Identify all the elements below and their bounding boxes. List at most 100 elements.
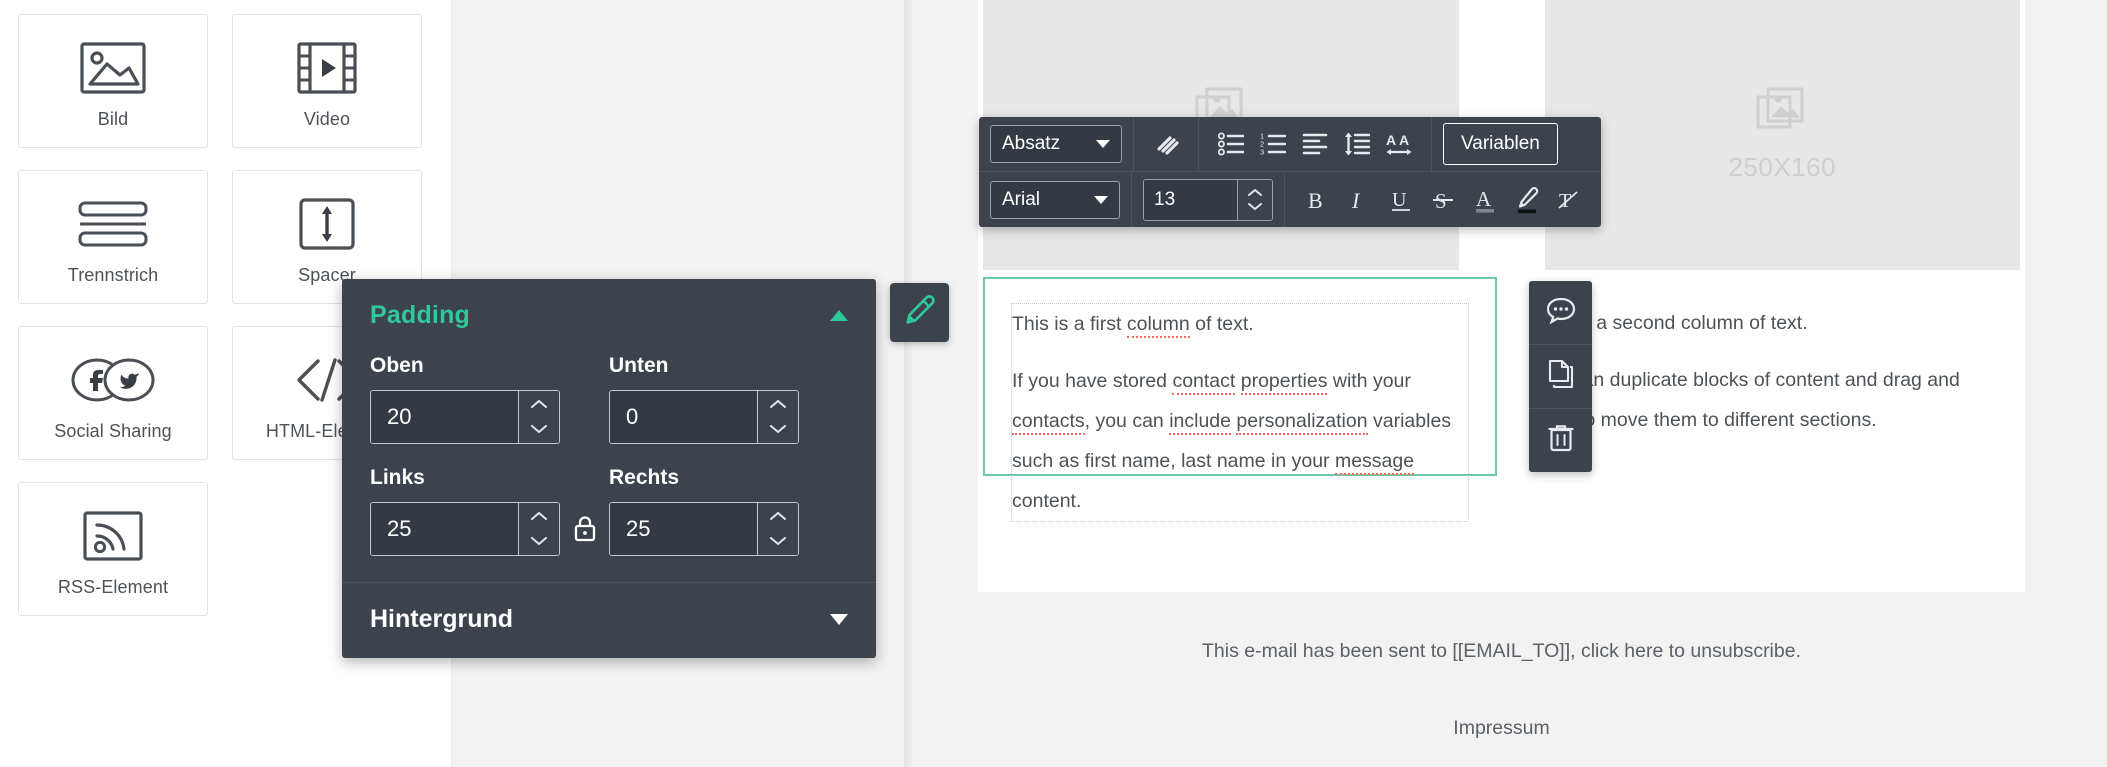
padding-stepper-links[interactable] [518, 503, 559, 555]
edit-block-button[interactable] [890, 283, 949, 342]
bold-icon[interactable]: B [1296, 179, 1338, 221]
padding-field-oben: Oben [370, 354, 609, 444]
sidebar-item-label: Video [303, 108, 351, 129]
sidebar-item-video[interactable]: Video [232, 14, 422, 148]
email-builder-app: Bild Video Trennstrich Spacer Social Sha… [0, 0, 2107, 767]
align-left-icon[interactable] [1294, 123, 1336, 165]
padding-settings-panel: Padding Oben Unten [342, 279, 876, 658]
padding-input-unten[interactable] [610, 391, 757, 443]
rich-text-editor[interactable]: This is a first column of text. If you h… [1011, 303, 1469, 522]
svg-text:A: A [1386, 132, 1396, 148]
text-row: This is a first column of text. If you h… [978, 270, 2025, 522]
paragraph-style-select[interactable]: Absatz [990, 125, 1122, 163]
impressum-link[interactable]: Impressum [978, 717, 2025, 740]
sidebar-item-rss-element[interactable]: RSS-Element [18, 482, 208, 616]
selected-text-block[interactable]: This is a first column of text. If you h… [983, 277, 1497, 522]
padding-stepper-oben[interactable] [518, 391, 559, 443]
sidebar-item-social-sharing[interactable]: Social Sharing [18, 326, 208, 460]
padding-section-header[interactable]: Padding [342, 279, 876, 344]
letter-spacing-icon[interactable]: AA [1378, 123, 1420, 165]
italic-icon[interactable]: I [1338, 179, 1380, 221]
padding-field-links: Links [370, 444, 609, 556]
chevron-up-icon[interactable] [530, 508, 548, 526]
social-sharing-icon [71, 345, 155, 415]
chevron-down-icon[interactable] [769, 421, 787, 439]
font-size-stepper[interactable] [1143, 178, 1273, 221]
svg-text:B: B [1308, 188, 1323, 213]
padding-input-rechts-wrap[interactable] [609, 502, 799, 556]
sidebar-item-label: RSS-Element [57, 576, 169, 597]
toolbar-group-text-format: B I U S A T [1285, 172, 1601, 227]
svg-text:I: I [1351, 188, 1361, 213]
rich-text-toolbar: Absatz 123 A A Variablen Arial 13 B I U … [979, 117, 1601, 227]
sidebar-item-bild[interactable]: Bild [18, 14, 208, 148]
sidebar-item-trennstrich[interactable]: Trennstrich [18, 170, 208, 304]
image-placeholder[interactable]: 250X160 [1544, 0, 2020, 270]
svg-text:S: S [1435, 189, 1447, 213]
email-template: 250X160 250X160 [978, 0, 2025, 767]
padding-rechts-group: Rechts [609, 466, 848, 556]
chevron-down-icon[interactable] [530, 421, 548, 439]
padding-links-group: Links [370, 466, 560, 556]
collapse-up-icon[interactable] [830, 310, 848, 321]
unsubscribe-text[interactable]: This e-mail has been sent to [[EMAIL_TO]… [978, 640, 2025, 663]
padding-input-unten-wrap[interactable] [609, 390, 799, 444]
svg-text:3: 3 [1260, 148, 1264, 157]
toolbar-row-2: Arial 13 B I U S A T [979, 172, 1601, 227]
background-section-title: Hintergrund [370, 605, 514, 633]
text-color-icon[interactable]: A [1464, 179, 1506, 221]
underline-icon[interactable]: U [1380, 179, 1422, 221]
svg-text:A: A [1476, 187, 1492, 211]
padding-input-links-wrap[interactable] [370, 502, 560, 556]
video-icon [297, 33, 357, 103]
highlight-icon[interactable] [1506, 179, 1548, 221]
comment-button[interactable] [1529, 281, 1592, 344]
line-height-icon[interactable] [1336, 123, 1378, 165]
image-icon [80, 33, 146, 103]
padding-field-unten: Unten [609, 354, 848, 444]
strikethrough-icon[interactable]: S [1422, 179, 1464, 221]
chevron-down-icon [1096, 140, 1110, 148]
chevron-up-icon[interactable] [769, 508, 787, 526]
clear-format-icon[interactable]: T [1548, 179, 1590, 221]
chevron-down-icon[interactable] [1247, 202, 1263, 211]
sidebar-item-label: Bild [97, 108, 129, 129]
chevron-down-icon[interactable] [830, 614, 848, 625]
format-painter-icon[interactable] [1145, 123, 1187, 165]
chevron-down-icon[interactable] [530, 533, 548, 551]
toolbar-group-paragraph: Absatz [979, 117, 1134, 171]
padding-section-title: Padding [370, 301, 471, 329]
padding-stepper-unten[interactable] [757, 391, 798, 443]
spacer-icon [299, 189, 355, 259]
toolbar-group-variables: Variablen [1432, 117, 1569, 171]
email-footer: This e-mail has been sent to [[EMAIL_TO]… [978, 592, 2025, 767]
bullet-list-icon[interactable] [1210, 123, 1252, 165]
duplicate-button[interactable] [1529, 344, 1592, 408]
lock-icon[interactable] [560, 514, 609, 556]
trash-icon [1547, 423, 1574, 458]
padding-stepper-rechts[interactable] [757, 503, 798, 555]
paragraph-2: If you have stored contact properties wi… [1012, 370, 1452, 512]
padding-input-links[interactable] [371, 503, 518, 555]
font-family-select[interactable]: Arial [990, 180, 1120, 219]
padding-input-oben[interactable] [371, 391, 518, 443]
canvas-edge-shadow [904, 0, 914, 767]
text-cell-left: This is a first column of text. If you h… [978, 270, 1502, 522]
padding-input-oben-wrap[interactable] [370, 390, 560, 444]
chevron-up-icon[interactable] [1247, 188, 1263, 197]
variables-button[interactable]: Variablen [1443, 123, 1558, 165]
paragraph-style-value: Absatz [1002, 133, 1061, 154]
font-size-input[interactable] [1144, 179, 1237, 220]
chevron-up-icon[interactable] [769, 396, 787, 414]
sidebar-item-label: Trennstrich [67, 264, 159, 285]
delete-button[interactable] [1529, 408, 1592, 472]
chevron-up-icon[interactable] [530, 396, 548, 414]
background-section-header[interactable]: Hintergrund [342, 583, 876, 658]
pencil-icon [905, 295, 935, 330]
padding-input-rechts[interactable] [610, 503, 757, 555]
paragraph-1: This is a first column of text. [1012, 304, 1468, 344]
comment-icon [1546, 296, 1576, 329]
numbered-list-icon[interactable]: 123 [1252, 123, 1294, 165]
font-size-steppers[interactable] [1237, 179, 1272, 220]
chevron-down-icon[interactable] [769, 533, 787, 551]
